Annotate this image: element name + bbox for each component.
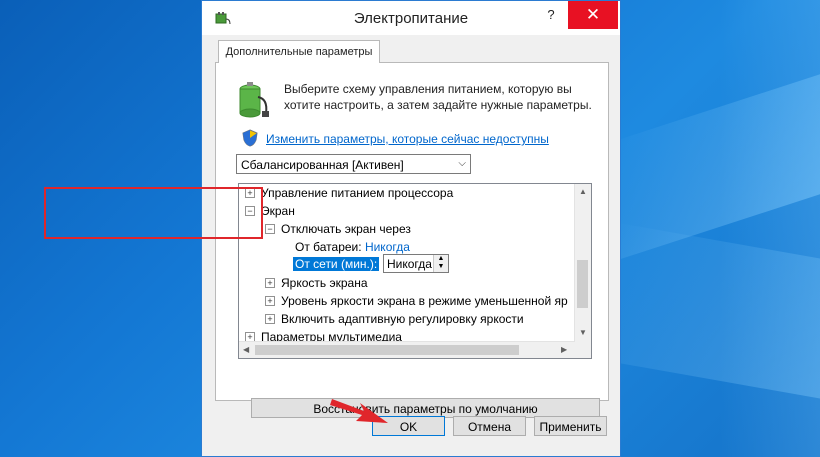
cancel-button[interactable]: Отмена: [453, 416, 526, 436]
scroll-up-icon[interactable]: ▲: [579, 187, 587, 196]
tree-item-cpu[interactable]: + Управление питанием процессора: [245, 184, 453, 202]
stepper-value: Никогда: [387, 257, 432, 271]
tree-item-plugged-in[interactable]: От сети (мин.):: [293, 255, 380, 273]
dialog-body: Дополнительные параметры Выберите схему …: [202, 35, 620, 456]
close-button[interactable]: ✕: [568, 1, 618, 29]
intro-text: Выберите схему управления питанием, кото…: [284, 82, 592, 112]
horizontal-scroll-thumb[interactable]: [255, 345, 519, 355]
tree-item-turn-off-display[interactable]: − Отключать экран через: [265, 220, 411, 238]
collapse-minus-icon[interactable]: −: [265, 224, 275, 234]
desktop-light-streak: [610, 221, 820, 399]
horizontal-scrollbar[interactable]: ◀ ▶: [239, 341, 575, 358]
on-battery-label: От батареи:: [295, 240, 362, 254]
stepper-buttons[interactable]: ▲ ▼: [433, 255, 448, 272]
tree-item-label: Отключать экран через: [281, 222, 411, 236]
help-button[interactable]: ?: [541, 7, 561, 27]
expand-plus-icon[interactable]: +: [245, 188, 255, 198]
battery-power-icon: [239, 82, 269, 118]
scroll-right-icon[interactable]: ▶: [561, 345, 567, 354]
power-scheme-select[interactable]: Сбалансированная [Активен] ⌵: [236, 154, 471, 174]
tree-item-adaptive-brightness[interactable]: + Включить адаптивную регулировку яркост…: [265, 310, 524, 328]
tree-item-label: Управление питанием процессора: [261, 186, 454, 200]
expand-plus-icon[interactable]: +: [265, 314, 275, 324]
chevron-down-icon: ⌵: [458, 158, 466, 169]
settings-panel: Выберите схему управления питанием, кото…: [215, 62, 609, 418]
desktop-background: [720, 0, 820, 457]
change-unavailable-settings-link[interactable]: Изменить параметры, которые сейчас недос…: [266, 132, 549, 146]
apply-button[interactable]: Применить: [534, 416, 607, 436]
uac-shield-icon: [242, 129, 258, 147]
vertical-scrollbar[interactable]: ▲ ▼: [574, 184, 591, 358]
settings-tree: + Управление питанием процессора − Экран…: [238, 183, 592, 359]
vertical-scroll-thumb[interactable]: [577, 260, 588, 308]
tree-item-brightness[interactable]: + Яркость экрана: [265, 274, 368, 292]
scroll-left-icon[interactable]: ◀: [243, 345, 249, 354]
restore-defaults-button[interactable]: Восстановить параметры по умолчанию: [251, 398, 600, 418]
scroll-down-icon[interactable]: ▼: [579, 328, 587, 337]
power-scheme-value: Сбалансированная [Активен]: [241, 158, 404, 172]
plugged-in-minutes-stepper[interactable]: Никогда ▲ ▼: [383, 254, 449, 273]
expand-plus-icon[interactable]: +: [265, 278, 275, 288]
desktop-light-streak: [600, 74, 820, 266]
tree-item-label: Яркость экрана: [281, 276, 368, 290]
tab-advanced-settings[interactable]: Дополнительные параметры: [218, 40, 380, 63]
power-options-dialog: Электропитание ? ✕ Дополнительные параме…: [201, 0, 621, 457]
ok-button[interactable]: OK: [372, 416, 445, 436]
tree-item-label: Включить адаптивную регулировку яркости: [281, 312, 524, 326]
tree-item-label: Уровень яркости экрана в режиме уменьшен…: [281, 294, 568, 308]
tree-item-dim-brightness[interactable]: + Уровень яркости экрана в режиме уменьш…: [265, 292, 568, 310]
tree-item-screen[interactable]: − Экран: [245, 202, 295, 220]
plugged-in-label: От сети (мин.):: [293, 257, 380, 271]
title-bar: Электропитание ? ✕: [202, 1, 620, 35]
collapse-minus-icon[interactable]: −: [245, 206, 255, 216]
on-battery-value[interactable]: Никогда: [365, 240, 410, 254]
expand-plus-icon[interactable]: +: [265, 296, 275, 306]
